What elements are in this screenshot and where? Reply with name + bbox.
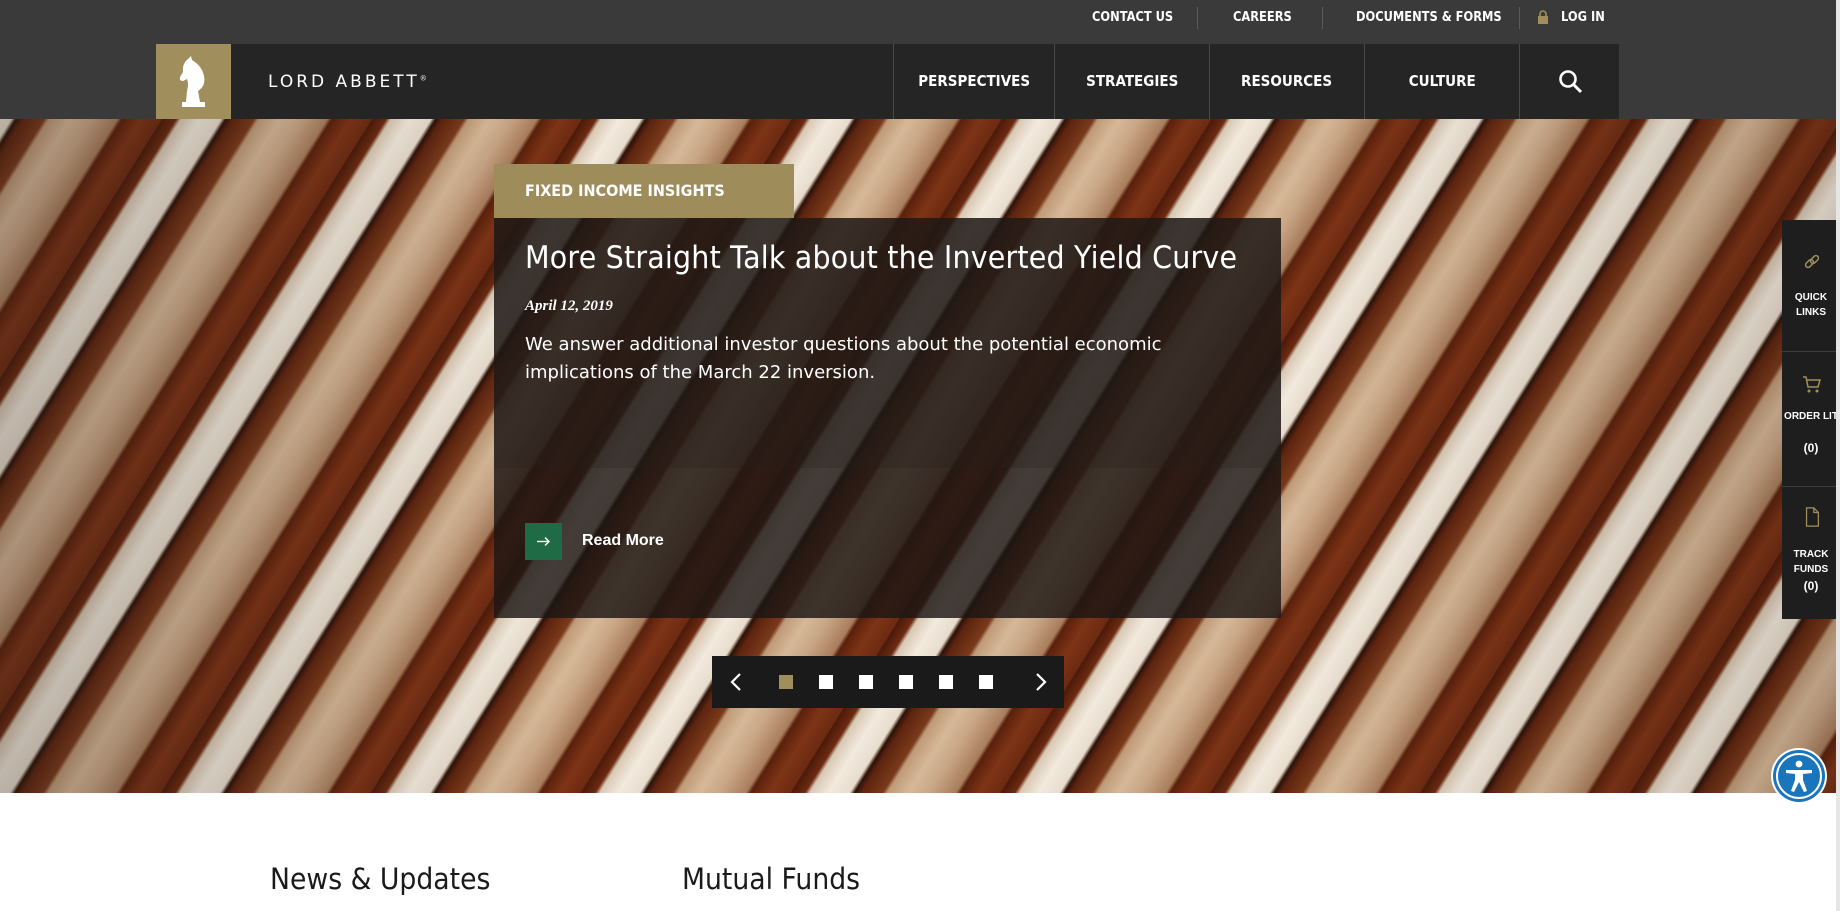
search-icon [1559,70,1583,94]
carousel-dot-2[interactable] [819,675,833,689]
hero-carousel: FIXED INCOME INSIGHTS More Straight Talk… [0,119,1840,793]
brand-name[interactable]: LORD ABBETT® [268,72,430,92]
carousel-dot-6[interactable] [979,675,993,689]
document-icon [1805,507,1819,527]
accessibility-button[interactable] [1771,748,1827,804]
track-funds-button[interactable]: TRACK FUNDS (0) [1782,487,1840,619]
order-literature-button[interactable]: ORDER LIT (0) [1782,352,1840,486]
nav-strategies[interactable]: STRATEGIES [1054,44,1209,119]
carousel-pager [712,656,1064,708]
quick-links-button[interactable]: QUICK LINKS [1782,220,1840,350]
accessibility-icon [1773,750,1825,802]
brand-trademark: ® [419,74,430,83]
utility-divider [1322,7,1323,29]
order-lit-label: ORDER LIT [1784,411,1838,422]
carousel-dot-1[interactable] [779,675,793,689]
side-toolbar: QUICK LINKS ORDER LIT (0) TRACK FUNDS (0… [1782,220,1840,619]
hero-date: April 12, 2019 [525,298,613,314]
main-navigation: LORD ABBETT® PERSPECTIVES STRATEGIES RES… [0,44,1840,119]
carousel-dot-5[interactable] [939,675,953,689]
track-funds-label: TRACK FUNDS [1793,549,1829,575]
documents-forms-link[interactable]: DOCUMENTS & FORMS [1356,0,1502,36]
utility-bar: CONTACT US CAREERS DOCUMENTS & FORMS LOG… [0,0,1840,44]
lock-icon [1538,10,1548,24]
nav-label: RESOURCES [1241,72,1333,90]
nav-container: LORD ABBETT® PERSPECTIVES STRATEGIES RES… [156,44,1619,119]
mutual-funds-heading: Mutual Funds [682,862,861,896]
brand-wordmark: LORD ABBETT [268,72,420,92]
news-updates-heading: News & Updates [270,862,491,896]
cart-icon [1803,376,1821,393]
utility-divider [1519,7,1520,29]
log-in-link[interactable]: LOG IN [1561,0,1605,36]
scrollbar-track[interactable] [1836,0,1840,911]
nav-perspectives[interactable]: PERSPECTIVES [893,44,1054,119]
link-icon [1804,254,1820,269]
nav-label: STRATEGIES [1085,72,1179,90]
contact-us-link[interactable]: CONTACT US [1092,0,1173,36]
knight-logo-icon [179,56,205,107]
hero-card: More Straight Talk about the Inverted Yi… [494,218,1281,618]
logo[interactable] [156,44,231,119]
carousel-dot-4[interactable] [899,675,913,689]
quick-links-label: QUICK LINKS [1794,292,1828,318]
track-funds-count: (0) [1803,579,1819,593]
nav-culture[interactable]: CULTURE [1364,44,1519,119]
nav-label: PERSPECTIVES [918,72,1030,90]
chevron-right-icon[interactable] [1028,670,1052,694]
carousel-dot-3[interactable] [859,675,873,689]
search-button[interactable] [1519,44,1619,119]
careers-link[interactable]: CAREERS [1233,0,1292,36]
nav-label: CULTURE [1408,72,1476,90]
category-tag: FIXED INCOME INSIGHTS [494,164,794,218]
nav-resources[interactable]: RESOURCES [1209,44,1364,119]
arrow-right-icon [525,523,562,560]
read-more-label: Read More [582,532,664,549]
order-lit-count: (0) [1803,441,1819,455]
utility-divider [1197,7,1198,29]
category-label: FIXED INCOME INSIGHTS [525,181,725,200]
hero-title[interactable]: More Straight Talk about the Inverted Yi… [525,240,1237,276]
chevron-left-icon[interactable] [725,670,749,694]
hero-description: We answer additional investor questions … [525,334,1162,383]
